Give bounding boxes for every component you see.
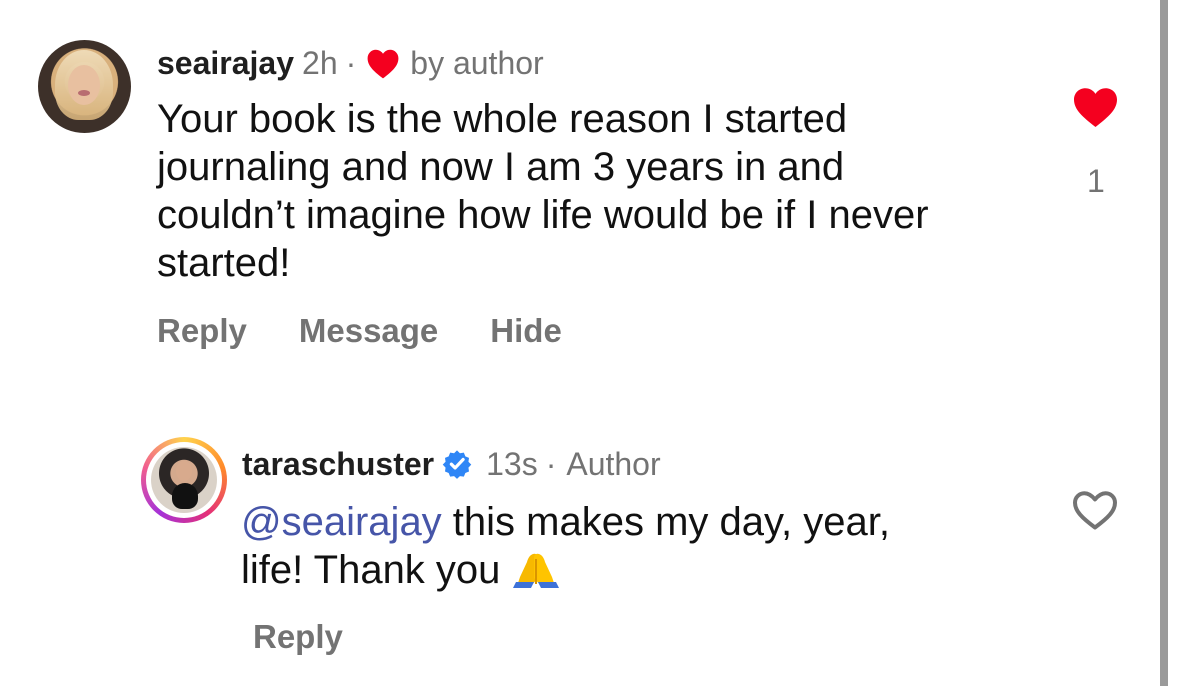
mention-link[interactable]: @seairajay: [241, 500, 442, 544]
folded-hands-emoji: [513, 553, 560, 588]
comment-actions-taraschuster: Reply: [253, 618, 395, 656]
comment-time: 13s: [486, 446, 538, 482]
author-label: Author: [566, 446, 661, 482]
reply-button[interactable]: Reply: [253, 618, 343, 656]
avatar-lips: [78, 90, 90, 96]
like-count: 1: [1087, 163, 1105, 199]
message-button[interactable]: Message: [299, 312, 438, 350]
separator-dot: ·: [545, 446, 557, 482]
avatar-face: [68, 65, 100, 105]
comments-screen: seairajay 2h · by author Your book is th…: [0, 0, 1179, 686]
reply-button[interactable]: Reply: [157, 312, 247, 350]
avatar-face: [176, 461, 192, 481]
avatar-body: [172, 483, 198, 509]
heart-filled-icon[interactable]: [1071, 86, 1120, 128]
heart-outline-icon[interactable]: [1072, 490, 1118, 530]
scrollbar[interactable]: [1160, 0, 1168, 686]
taraschuster-avatar-ring[interactable]: [141, 437, 227, 523]
comment-actions-seairajay: Reply Message Hide: [157, 312, 614, 350]
seairajay-avatar[interactable]: [38, 40, 131, 133]
taraschuster-avatar: [151, 447, 217, 513]
comment-text-seairajay: Your book is the whole reason I started …: [157, 97, 929, 285]
heart-filled-icon: [367, 49, 399, 78]
username-taraschuster[interactable]: taraschuster: [242, 444, 434, 484]
liked-by-author-label: by author: [410, 45, 544, 81]
comment-text-taraschuster: @seairajay this makes my day, year, life…: [241, 498, 1001, 594]
comment-header-seairajay: seairajay 2h · by author: [157, 43, 544, 83]
username-seairajay[interactable]: seairajay: [157, 43, 294, 83]
hide-button[interactable]: Hide: [490, 312, 562, 350]
comment-time: 2h: [302, 45, 338, 81]
comment-header-taraschuster: taraschuster 13s · Author: [242, 444, 661, 484]
separator-dot: ·: [345, 45, 357, 81]
verified-badge-icon: [442, 450, 472, 479]
avatar-white-border: [146, 442, 222, 518]
